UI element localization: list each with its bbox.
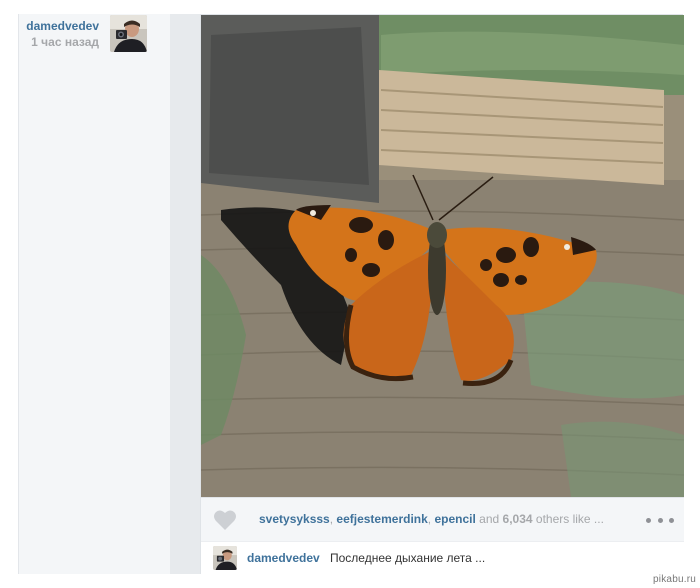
- post-photo[interactable]: [201, 15, 684, 497]
- butterfly-photo-image: [201, 15, 684, 497]
- more-options-button[interactable]: [646, 512, 674, 528]
- caption-row: damedvedev Последнее дыхание лета ...: [201, 541, 684, 575]
- likes-suffix: others like ...: [532, 512, 604, 526]
- likes-bar: svetysyksss, eefjestemerdink, epencil an…: [201, 497, 684, 541]
- sidebar-gutter: [170, 14, 200, 574]
- more-dots-icon: [657, 517, 663, 523]
- caption-avatar[interactable]: [213, 546, 237, 570]
- heart-icon: [214, 510, 236, 530]
- like-button[interactable]: [211, 506, 239, 534]
- likes-count[interactable]: 6,034: [503, 512, 533, 526]
- liker-link[interactable]: svetysyksss: [259, 512, 330, 526]
- post-timestamp[interactable]: 1 час назад: [31, 35, 99, 49]
- site-watermark: pikabu.ru: [653, 574, 696, 585]
- likes-summary: svetysyksss, eefjestemerdink, epencil an…: [259, 512, 639, 526]
- liker-link[interactable]: epencil: [434, 512, 475, 526]
- post-card: svetysyksss, eefjestemerdink, epencil an…: [200, 14, 684, 575]
- author-avatar[interactable]: [110, 15, 147, 52]
- avatar-photo: [110, 15, 147, 52]
- author-username-link[interactable]: damedvedev: [26, 19, 99, 33]
- liker-link[interactable]: eefjestemerdink: [336, 512, 427, 526]
- more-dots-icon: [646, 517, 651, 523]
- avatar-photo: [213, 546, 237, 570]
- post-sidebar: damedvedev 1 час назад: [18, 14, 170, 574]
- more-dots-icon: [669, 517, 674, 523]
- author-header: damedvedev 1 час назад: [19, 14, 171, 54]
- caption-text: Последнее дыхание лета ...: [330, 551, 486, 565]
- likes-and: and: [475, 512, 503, 526]
- caption-username-link[interactable]: damedvedev: [247, 551, 320, 565]
